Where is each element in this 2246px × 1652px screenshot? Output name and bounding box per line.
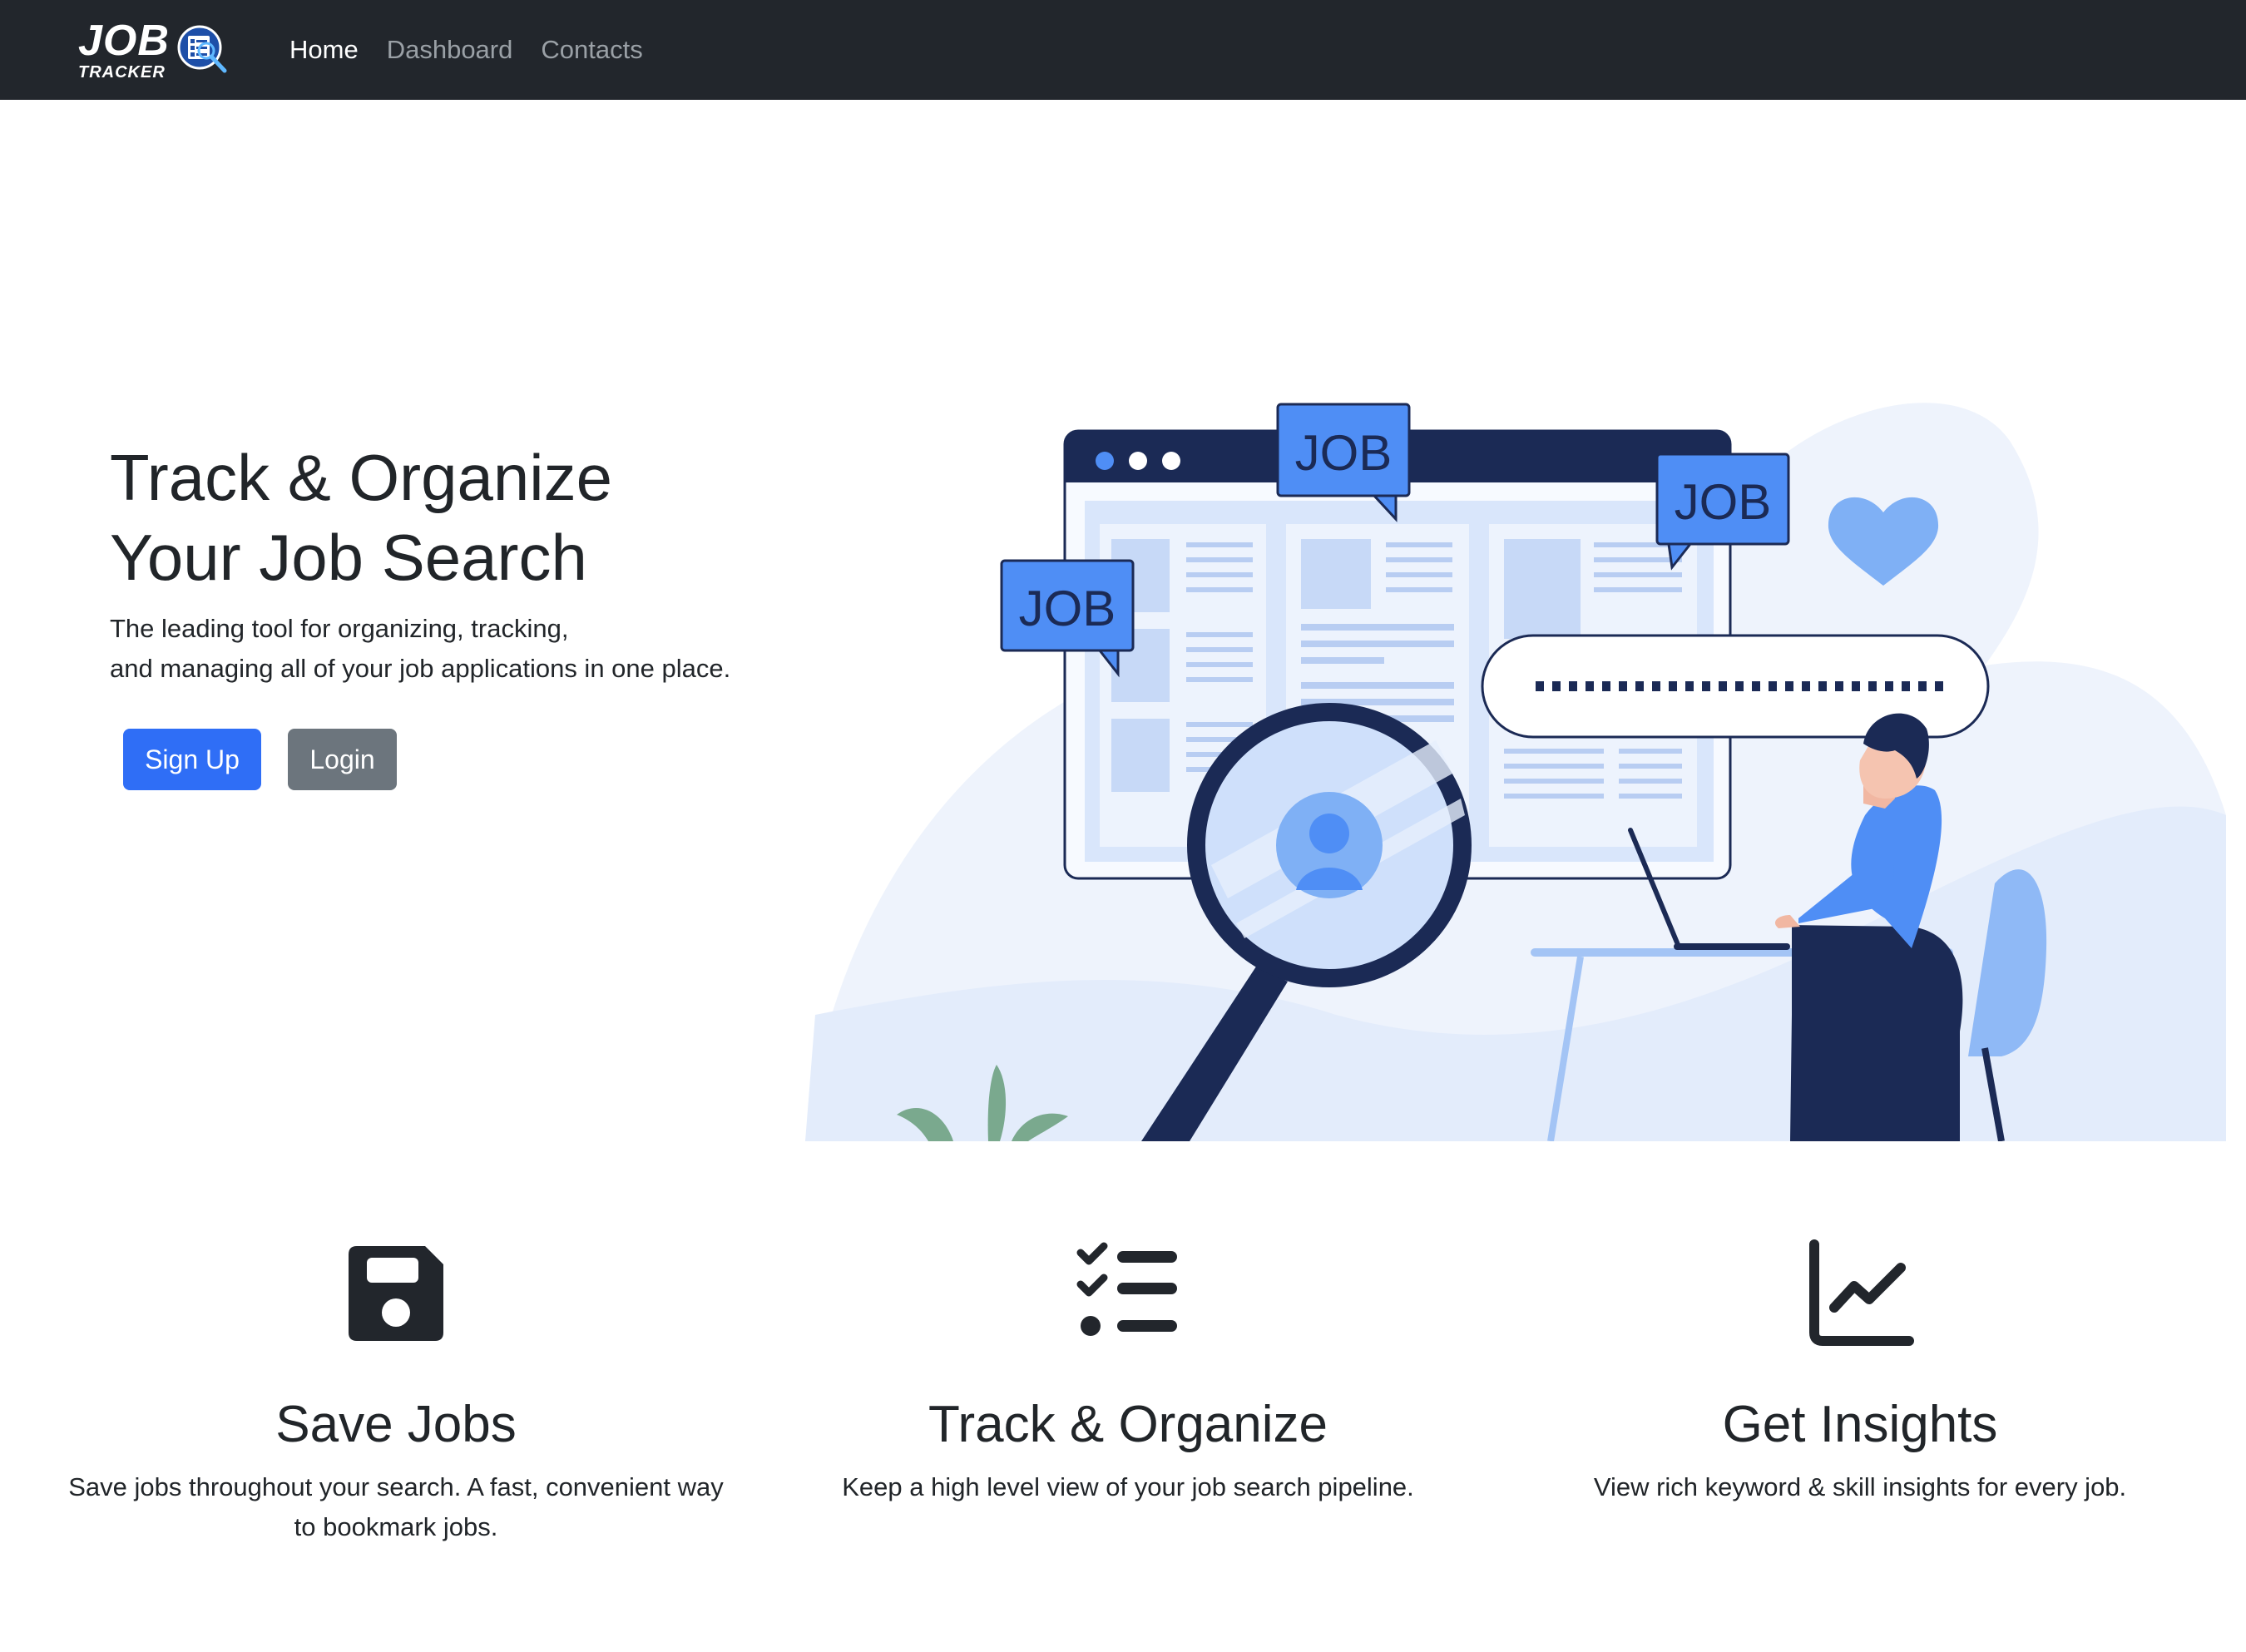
job-bubble-top-label: JOB: [1295, 425, 1393, 481]
top-navbar: JOB TRACKER Home Dashboard Contacts: [0, 0, 2246, 100]
hero-subtitle: The leading tool for organizing, trackin…: [110, 609, 858, 689]
brand-wordmark: JOB TRACKER: [78, 19, 170, 81]
brand-line2: TRACKER: [78, 63, 166, 82]
hero-title: Track & Organize Your Job Search: [110, 438, 858, 597]
feature-description: View rich keyword & skill insights for e…: [1494, 1467, 2226, 1507]
brand-logo[interactable]: JOB TRACKER: [78, 15, 236, 85]
feature-description-line1: Save jobs throughout your search. A fast…: [68, 1472, 724, 1501]
feature-description: Keep a high level view of your job searc…: [762, 1467, 1494, 1507]
magnifier-document-icon: [177, 25, 227, 73]
hero-subtitle-line1: The leading tool for organizing, trackin…: [110, 614, 569, 643]
feature-title: Get Insights: [1722, 1396, 1998, 1453]
hero-title-line2: Your Job Search: [110, 521, 587, 594]
checklist-icon: [1076, 1242, 1177, 1336]
job-bubble-left-label: JOB: [1019, 581, 1116, 636]
feature-save-jobs: Save Jobs Save jobs throughout your sear…: [30, 1239, 762, 1547]
floppy-disk-icon: [349, 1246, 443, 1341]
line-chart-icon: [1809, 1239, 1914, 1346]
nav-dashboard[interactable]: Dashboard: [387, 35, 513, 65]
nav-contacts[interactable]: Contacts: [541, 35, 642, 65]
feature-get-insights: Get Insights View rich keyword & skill i…: [1494, 1239, 2226, 1507]
hero-subtitle-line2: and managing all of your job application…: [110, 654, 731, 683]
feature-title: Save Jobs: [275, 1396, 517, 1453]
brand-line1: JOB: [78, 17, 170, 65]
signup-button[interactable]: Sign Up: [123, 729, 261, 790]
job-bubble-right-label: JOB: [1675, 474, 1772, 530]
hero-title-line1: Track & Organize: [110, 441, 612, 514]
feature-title: Track & Organize: [928, 1396, 1328, 1453]
feature-description-line2: to bookmark jobs.: [294, 1512, 498, 1541]
feature-description-line1: Keep a high level view of your job searc…: [842, 1472, 1414, 1501]
feature-description: Save jobs throughout your search. A fast…: [30, 1467, 762, 1547]
nav-home[interactable]: Home: [289, 35, 359, 65]
feature-description-line1: View rich keyword & skill insights for e…: [1593, 1472, 2127, 1501]
job-search-illustration: JOB JOB JOB: [805, 403, 2226, 1141]
nav-links: Home Dashboard Contacts: [289, 0, 643, 100]
login-button[interactable]: Login: [288, 729, 397, 790]
feature-track-organize: Track & Organize Keep a high level view …: [762, 1239, 1494, 1507]
